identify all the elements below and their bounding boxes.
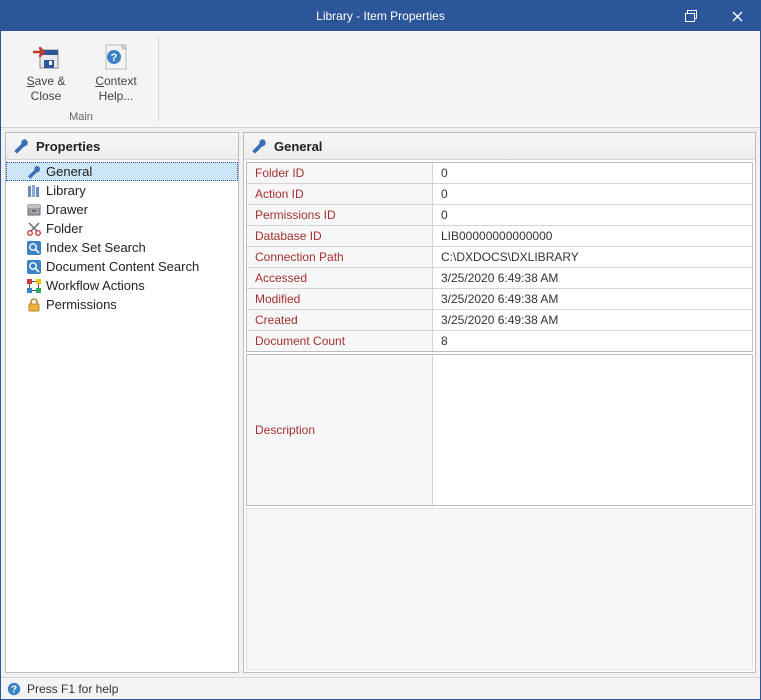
prop-value: 3/25/2020 6:49:38 AM xyxy=(433,310,752,330)
prop-row-permissions-id: Permissions ID 0 xyxy=(247,205,752,226)
window-title: Library - Item Properties xyxy=(1,9,760,23)
wrench-small-icon xyxy=(26,164,42,180)
properties-panel-header: Properties xyxy=(6,133,238,160)
tree-item-drawer[interactable]: Drawer xyxy=(6,200,238,219)
tree-item-library[interactable]: Library xyxy=(6,181,238,200)
prop-value: 0 xyxy=(433,205,752,225)
tree-item-label: Library xyxy=(46,182,86,199)
tree-item-content-search[interactable]: Document Content Search xyxy=(6,257,238,276)
prop-label: Connection Path xyxy=(247,247,433,267)
prop-label: Permissions ID xyxy=(247,205,433,225)
tree-item-label: General xyxy=(46,163,92,180)
workflow-icon xyxy=(26,278,42,294)
index-search-icon xyxy=(26,240,42,256)
context-help-label-1: Context xyxy=(86,74,146,89)
wrench-icon xyxy=(250,137,268,155)
prop-row-modified: Modified 3/25/2020 6:49:38 AM xyxy=(247,289,752,310)
lock-icon xyxy=(26,297,42,313)
ribbon: Save & Close ? Context Help... Main xyxy=(1,31,760,128)
prop-row-document-count: Document Count 8 xyxy=(247,331,752,351)
tree-item-folder[interactable]: Folder xyxy=(6,219,238,238)
context-help-icon: ? xyxy=(100,40,132,72)
statusbar: ? Press F1 for help xyxy=(1,677,760,699)
prop-value: 0 xyxy=(433,163,752,183)
prop-row-connection-path: Connection Path C:\DXDOCS\DXLIBRARY xyxy=(247,247,752,268)
prop-value: 0 xyxy=(433,184,752,204)
close-button[interactable] xyxy=(714,1,760,31)
restore-icon xyxy=(685,10,697,22)
status-text: Press F1 for help xyxy=(27,682,118,696)
save-close-label-1: Save & xyxy=(16,74,76,89)
prop-label: Folder ID xyxy=(247,163,433,183)
wrench-icon xyxy=(12,137,30,155)
window-controls xyxy=(668,1,760,31)
properties-tree: General Library Drawer xyxy=(6,160,238,672)
prop-row-action-id: Action ID 0 xyxy=(247,184,752,205)
general-panel: General Folder ID 0 Action ID 0 Permissi… xyxy=(243,132,756,673)
prop-label: Document Count xyxy=(247,331,433,351)
ribbon-group-label: Main xyxy=(13,109,149,125)
prop-label: Accessed xyxy=(247,268,433,288)
restore-button[interactable] xyxy=(668,1,714,31)
svg-text:?: ? xyxy=(111,52,118,64)
window: Library - Item Properties xyxy=(0,0,761,700)
tree-item-label: Index Set Search xyxy=(46,239,146,256)
tree-item-label: Document Content Search xyxy=(46,258,199,275)
properties-panel: Properties General Library xyxy=(5,132,239,673)
content-area: Properties General Library xyxy=(1,128,760,677)
general-panel-title: General xyxy=(274,139,322,154)
prop-row-folder-id: Folder ID 0 xyxy=(247,163,752,184)
prop-label: Database ID xyxy=(247,226,433,246)
prop-value: 3/25/2020 6:49:38 AM xyxy=(433,289,752,309)
prop-row-database-id: Database ID LIB00000000000000 xyxy=(247,226,752,247)
content-search-icon xyxy=(26,259,42,275)
scissors-icon xyxy=(26,221,42,237)
description-block: Description xyxy=(246,354,753,506)
tree-item-label: Permissions xyxy=(46,296,117,313)
properties-table: Folder ID 0 Action ID 0 Permissions ID 0… xyxy=(246,162,753,352)
prop-row-accessed: Accessed 3/25/2020 6:49:38 AM xyxy=(247,268,752,289)
prop-value: LIB00000000000000 xyxy=(433,226,752,246)
tree-item-workflow[interactable]: Workflow Actions xyxy=(6,276,238,295)
tree-item-label: Workflow Actions xyxy=(46,277,145,294)
properties-body: Folder ID 0 Action ID 0 Permissions ID 0… xyxy=(244,160,755,672)
general-panel-header: General xyxy=(244,133,755,160)
drawer-icon xyxy=(26,202,42,218)
prop-value: C:\DXDOCS\DXLIBRARY xyxy=(433,247,752,267)
prop-value: 8 xyxy=(433,331,752,351)
prop-value: 3/25/2020 6:49:38 AM xyxy=(433,268,752,288)
save-close-icon xyxy=(30,40,62,72)
save-close-button[interactable]: Save & Close xyxy=(13,35,79,107)
tree-item-permissions[interactable]: Permissions xyxy=(6,295,238,314)
titlebar: Library - Item Properties xyxy=(1,1,760,31)
description-label: Description xyxy=(247,355,433,505)
prop-label: Action ID xyxy=(247,184,433,204)
ribbon-separator xyxy=(158,37,159,121)
library-icon xyxy=(26,183,42,199)
help-icon: ? xyxy=(7,682,21,696)
context-help-label-2: Help... xyxy=(86,89,146,104)
close-icon xyxy=(732,11,743,22)
tree-item-index-search[interactable]: Index Set Search xyxy=(6,238,238,257)
empty-area xyxy=(246,508,753,670)
svg-text:?: ? xyxy=(11,684,17,695)
description-value[interactable] xyxy=(433,355,752,505)
ribbon-group-main: Save & Close ? Context Help... Main xyxy=(9,35,153,127)
properties-panel-title: Properties xyxy=(36,139,100,154)
context-help-button[interactable]: ? Context Help... xyxy=(83,35,149,107)
prop-row-created: Created 3/25/2020 6:49:38 AM xyxy=(247,310,752,331)
tree-item-general[interactable]: General xyxy=(6,162,238,181)
tree-item-label: Drawer xyxy=(46,201,88,218)
save-close-label-2: Close xyxy=(16,89,76,104)
tree-item-label: Folder xyxy=(46,220,83,237)
prop-label: Created xyxy=(247,310,433,330)
prop-label: Modified xyxy=(247,289,433,309)
